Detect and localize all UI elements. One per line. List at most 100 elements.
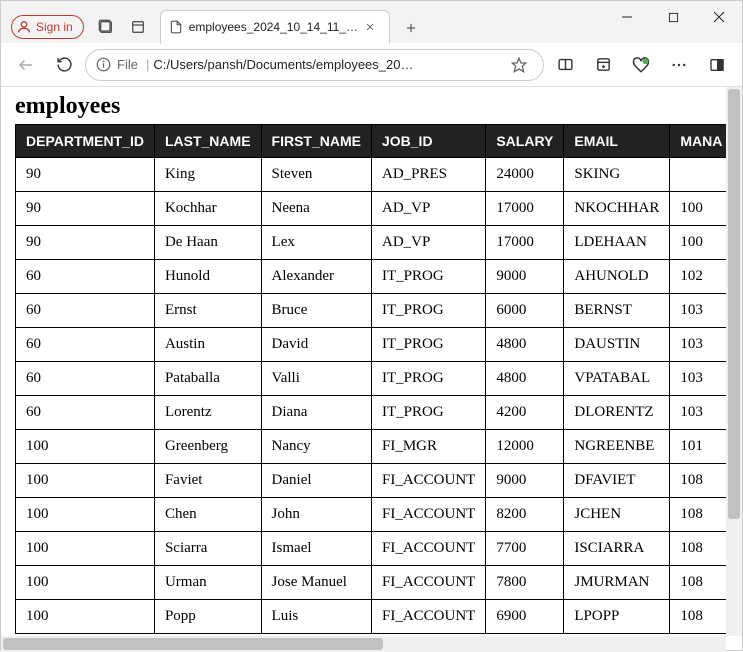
table-cell: SKING [564,158,670,192]
table-cell: AD_VP [371,226,485,260]
table-row: 90De HaanLexAD_VP17000LDEHAAN100 [16,226,728,260]
table-cell: 108 [670,600,727,634]
table-cell: NKOCHHAR [564,192,670,226]
page-title: employees [15,93,713,120]
vertical-scrollbar[interactable] [726,87,742,636]
table-row: 60LorentzDianaIT_PROG4200DLORENTZ103 [16,396,728,430]
table-cell: AD_PRES [371,158,485,192]
table-cell: Bruce [261,294,371,328]
table-cell: 60 [16,260,155,294]
table-cell: IT_PROG [371,328,485,362]
minimize-icon [621,11,633,23]
table-cell: 4200 [486,396,564,430]
table-cell: 101 [670,430,727,464]
star-icon[interactable] [511,57,527,73]
table-row: 100GreenbergNancyFI_MGR12000NGREENBE101 [16,430,728,464]
split-screen-button[interactable] [548,48,582,82]
content-viewport: employees DEPARTMENT_IDLAST_NAMEFIRST_NA… [1,87,742,652]
window-controls [604,1,742,33]
column-header: MANA [670,125,727,158]
table-cell: 60 [16,328,155,362]
table-cell: 8200 [486,498,564,532]
close-window-button[interactable] [696,1,742,33]
table-cell: FI_ACCOUNT [371,464,485,498]
table-cell: FI_ACCOUNT [371,532,485,566]
table-cell: DFAVIET [564,464,670,498]
plus-icon [404,21,418,35]
table-cell: Neena [261,192,371,226]
vertical-tabs-icon [130,19,146,35]
more-icon [670,56,688,74]
table-row: 100FavietDanielFI_ACCOUNT9000DFAVIET108 [16,464,728,498]
table-cell: 90 [16,226,155,260]
column-header: FIRST_NAME [261,125,371,158]
horizontal-scroll-thumb[interactable] [3,638,383,650]
user-icon [16,19,32,35]
table-cell: DLORENTZ [564,396,670,430]
table-cell: FI_MGR [371,430,485,464]
table-cell: 4800 [486,328,564,362]
tab-close-button[interactable] [365,19,381,35]
arrow-left-icon [17,56,35,74]
copilot-sidebar-button[interactable] [700,48,734,82]
column-header: JOB_ID [371,125,485,158]
table-cell: 100 [16,498,155,532]
table-cell: Lorentz [154,396,261,430]
table-cell: 7800 [486,566,564,600]
table-cell: Steven [261,158,371,192]
table-cell: Diana [261,396,371,430]
table-cell: Faviet [154,464,261,498]
browser-essentials-button[interactable] [624,48,658,82]
table-row: 60AustinDavidIT_PROG4800DAUSTIN103 [16,328,728,362]
collections-button[interactable] [586,48,620,82]
table-cell: David [261,328,371,362]
table-cell: 4800 [486,362,564,396]
table-cell: JMURMAN [564,566,670,600]
minimize-button[interactable] [604,1,650,33]
table-cell: 102 [670,260,727,294]
more-button[interactable] [662,48,696,82]
vertical-scroll-thumb[interactable] [728,89,740,519]
table-cell: 9000 [486,464,564,498]
address-bar[interactable]: File | C:/Users/pansh/Documents/employee… [85,49,544,81]
table-cell: 17000 [486,226,564,260]
tab-actions-button[interactable] [90,11,122,43]
table-cell: IT_PROG [371,362,485,396]
back-button[interactable] [9,48,43,82]
table-cell: 100 [16,464,155,498]
browser-tab[interactable]: employees_2024_10_14_11_23_36 [160,10,390,44]
table-cell: LDEHAAN [564,226,670,260]
new-tab-button[interactable] [396,13,426,43]
vertical-tabs-button[interactable] [122,11,154,43]
table-cell: BERNST [564,294,670,328]
table-cell: Popp [154,600,261,634]
table-cell [670,158,727,192]
signin-button[interactable]: Sign in [11,15,84,39]
column-header: DEPARTMENT_ID [16,125,155,158]
employees-table: DEPARTMENT_IDLAST_NAMEFIRST_NAMEJOB_IDSA… [15,124,727,634]
table-cell: 12000 [486,430,564,464]
sidebar-icon [709,57,725,73]
table-cell: Alexander [261,260,371,294]
table-cell: 6000 [486,294,564,328]
addr-scheme: File [117,57,138,72]
table-cell: Ismael [261,532,371,566]
tab-title: employees_2024_10_14_11_23_36 [189,20,361,34]
table-cell: IT_PROG [371,294,485,328]
refresh-button[interactable] [47,48,81,82]
table-cell: ISCIARRA [564,532,670,566]
table-cell: King [154,158,261,192]
table-cell: Nancy [261,430,371,464]
table-cell: 103 [670,294,727,328]
table-cell: 90 [16,192,155,226]
maximize-button[interactable] [650,1,696,33]
table-cell: 7700 [486,532,564,566]
table-cell: John [261,498,371,532]
table-cell: Luis [261,600,371,634]
table-cell: VPATABAL [564,362,670,396]
table-cell: AHUNOLD [564,260,670,294]
table-cell: 90 [16,158,155,192]
horizontal-scrollbar[interactable] [1,636,726,652]
split-icon [557,56,574,73]
table-header-row: DEPARTMENT_IDLAST_NAMEFIRST_NAMEJOB_IDSA… [16,125,728,158]
